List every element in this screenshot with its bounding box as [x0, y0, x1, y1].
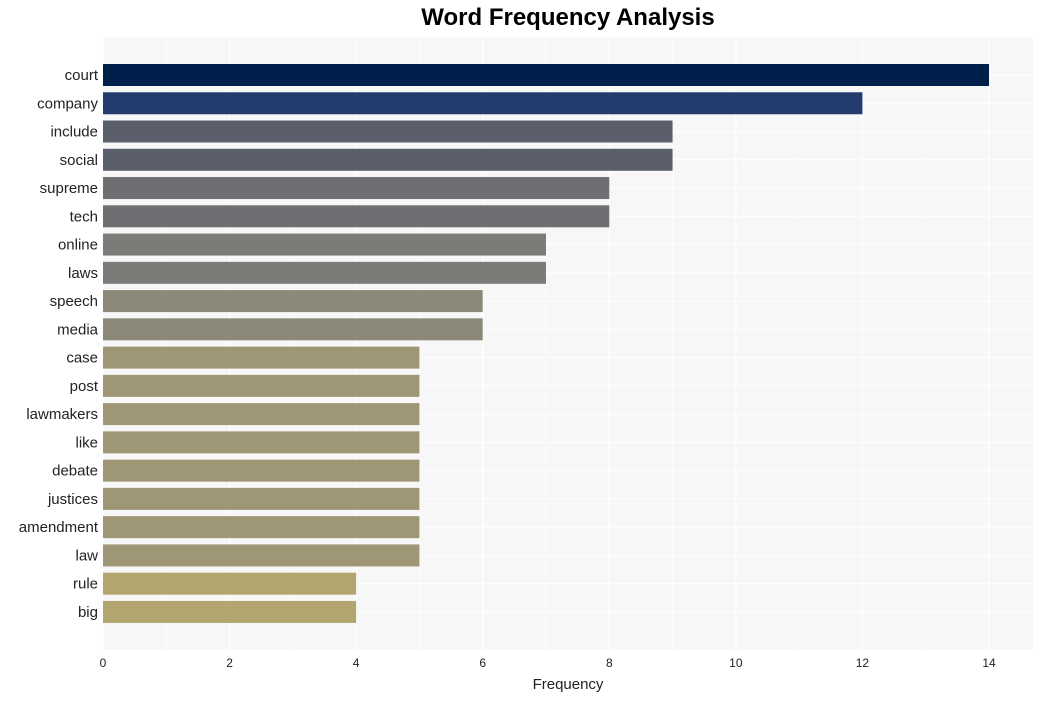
x-tick-label: 12: [856, 656, 870, 670]
category-label-social: social: [60, 152, 98, 169]
bar-court: [103, 64, 989, 86]
bar-like: [103, 431, 420, 454]
category-label-debate: debate: [52, 463, 98, 480]
category-label-rule: rule: [73, 576, 98, 593]
category-label-speech: speech: [50, 293, 98, 310]
bar-amendment: [103, 516, 420, 539]
category-label-lawmakers: lawmakers: [26, 406, 98, 423]
category-label-include: include: [50, 124, 98, 141]
category-label-like: like: [75, 434, 98, 451]
category-label-law: law: [75, 547, 98, 564]
x-tick-label: 6: [479, 656, 486, 670]
category-label-court: court: [65, 67, 99, 84]
bar-tech: [103, 205, 610, 228]
bar-rule: [103, 572, 357, 595]
bar-media: [103, 318, 483, 341]
x-tick-label: 14: [982, 656, 996, 670]
bar-case: [103, 346, 420, 369]
bar-law: [103, 544, 420, 567]
category-label-laws: laws: [68, 265, 98, 282]
bar-online: [103, 233, 546, 256]
bar-social: [103, 148, 673, 171]
bar-justices: [103, 487, 420, 510]
bar-big: [103, 600, 357, 623]
x-axis-title: Frequency: [533, 676, 604, 693]
category-labels: court company include social supreme tech onli…: [19, 67, 99, 621]
category-label-tech: tech: [70, 208, 98, 225]
bar-speech: [103, 290, 483, 313]
category-label-media: media: [57, 321, 99, 338]
x-tick-label: 8: [606, 656, 613, 670]
category-label-amendment: amendment: [19, 519, 99, 536]
bar-post: [103, 374, 420, 397]
bar-chart: court company include social supreme tech onli…: [19, 37, 1033, 693]
bar-supreme: [103, 177, 610, 200]
category-label-company: company: [37, 95, 98, 112]
bar-laws: [103, 261, 546, 284]
x-axis-ticks: 0 2 4 6 8 10 12 14: [100, 656, 996, 670]
category-label-post: post: [70, 378, 99, 395]
category-label-case: case: [66, 350, 98, 367]
bar-debate: [103, 459, 420, 482]
bar-include: [103, 120, 673, 143]
category-label-justices: justices: [47, 491, 98, 508]
x-tick-label: 4: [353, 656, 360, 670]
bar-lawmakers: [103, 403, 420, 426]
x-tick-label: 2: [226, 656, 233, 670]
x-tick-label: 0: [100, 656, 107, 670]
category-label-supreme: supreme: [40, 180, 98, 197]
bar-company: [103, 92, 863, 115]
category-label-online: online: [58, 237, 98, 254]
x-tick-label: 10: [729, 656, 743, 670]
category-label-big: big: [78, 604, 98, 621]
